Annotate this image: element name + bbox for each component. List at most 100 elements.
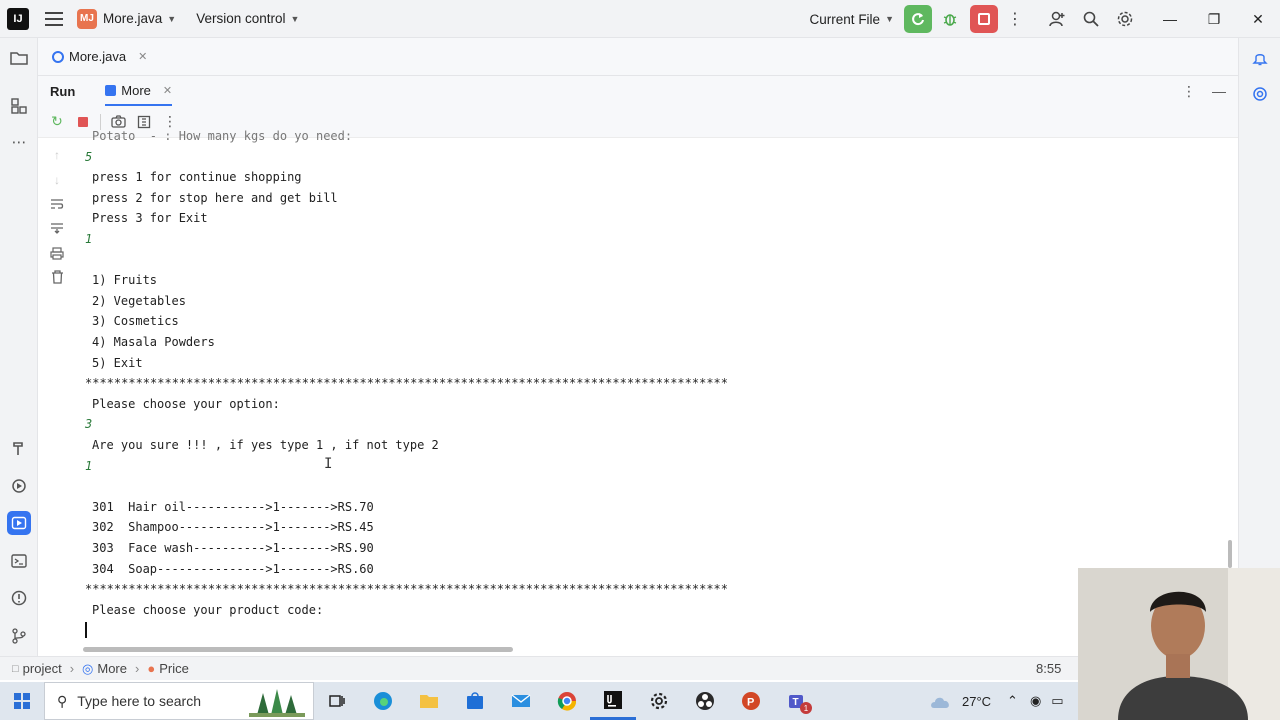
search-icon: ⚲ (57, 692, 68, 709)
console-separator-line: ****************************************… (85, 582, 728, 597)
rerun-icon[interactable]: ↻ (44, 110, 70, 134)
text-caret (85, 622, 87, 639)
clear-trash-icon[interactable] (48, 268, 66, 286)
breadcrumb-project-label: project (22, 661, 62, 676)
file-explorer-icon[interactable] (406, 682, 452, 720)
scroll-to-end-icon[interactable] (48, 219, 66, 237)
close-button[interactable]: ✕ (1236, 0, 1280, 38)
microsoft-store-icon[interactable] (452, 682, 498, 720)
run-config-icon (105, 84, 117, 96)
main-menu-icon[interactable] (45, 11, 63, 26)
chevron-down-icon: ▼ (167, 13, 177, 24)
console-output-line: 304 Soap--------------->1------->RS.60 (92, 561, 374, 576)
scroll-up-icon[interactable]: ↑ (48, 146, 66, 164)
debug-button[interactable] (936, 5, 964, 33)
console-output[interactable]: Potato - : How many kgs do yo need: 5 pre… (74, 126, 1224, 646)
vertical-scrollbar[interactable] (1228, 540, 1232, 568)
restore-button[interactable]: ❐ (1192, 0, 1236, 38)
print-icon[interactable] (48, 244, 66, 262)
right-tool-strip (1238, 38, 1280, 568)
obs-recorder-icon[interactable] (682, 682, 728, 720)
run-panel-title: Run (50, 83, 76, 99)
search-highlight-image (249, 689, 305, 717)
search-icon[interactable] (1074, 5, 1108, 33)
add-user-icon[interactable] (1040, 5, 1074, 33)
title-bar: IJ MJ More.java ▼ Version control ▼ Curr… (0, 0, 1280, 38)
console-output-line: Please choose your product code: (92, 602, 324, 617)
editor-tab-bar: More.java ✕ (38, 38, 1238, 76)
class-icon: ◎ (82, 660, 94, 676)
notifications-bell-icon[interactable] (1248, 46, 1272, 70)
stop-button[interactable] (970, 5, 998, 33)
services-icon[interactable] (7, 474, 31, 498)
run-tab-more[interactable]: More ✕ (105, 76, 173, 106)
teams-notification-badge: 1 (800, 702, 812, 714)
recording-indicator-icon[interactable]: ◉ (1030, 693, 1041, 709)
webcam-overlay (1078, 568, 1280, 720)
breadcrumb-price[interactable]: ● Price (147, 661, 188, 676)
start-button[interactable] (0, 682, 44, 720)
console-output-line: Press 3 for Exit (92, 211, 208, 226)
windows-logo-icon (14, 693, 30, 709)
console-output-line: 1) Fruits (92, 273, 158, 288)
version-control-menu[interactable]: Version control ▼ (196, 11, 299, 26)
svg-text:T: T (793, 697, 799, 708)
edge-browser-icon[interactable] (360, 682, 406, 720)
soft-wrap-icon[interactable] (48, 195, 66, 213)
settings-gear-icon[interactable] (636, 682, 682, 720)
left-tool-strip: ⋯ (0, 38, 38, 656)
breadcrumb-more[interactable]: ◎ More (82, 661, 127, 677)
horizontal-scrollbar[interactable] (83, 647, 513, 652)
scroll-down-icon[interactable]: ↓ (48, 171, 66, 189)
console-output-line: Please choose your option: (92, 396, 280, 411)
settings-gear-icon[interactable] (1108, 5, 1142, 33)
taskbar-search[interactable]: ⚲ Type here to search (44, 682, 314, 720)
problems-icon[interactable] (7, 586, 31, 610)
weather-cloud-icon[interactable] (930, 691, 956, 711)
structure-icon[interactable] (7, 94, 31, 118)
more-tools-icon[interactable]: ⋯ (7, 130, 31, 154)
build-hammer-icon[interactable] (7, 436, 31, 460)
terminal-icon[interactable] (7, 549, 31, 573)
run-config-selector[interactable]: Current File ▼ (810, 12, 894, 27)
mail-icon[interactable] (498, 682, 544, 720)
battery-icon[interactable]: ▭ (1051, 693, 1063, 709)
console-input-line: 5 (85, 149, 93, 164)
intellij-taskbar-icon[interactable] (590, 682, 636, 720)
ai-assistant-icon[interactable] (1248, 82, 1272, 106)
console-output-line: 4) Masala Powders (92, 335, 215, 349)
run-tool-icon[interactable] (7, 511, 31, 535)
weather-temperature[interactable]: 27°C (962, 694, 991, 709)
intellij-logo-icon[interactable]: IJ (7, 7, 29, 30)
console-output-line: 301 Hair oil----------->1------->RS.70 (92, 499, 374, 514)
options-menu-icon[interactable]: ⋮ (1182, 83, 1196, 100)
project-badge[interactable]: MJ (77, 8, 97, 29)
rerun-button[interactable] (904, 5, 932, 33)
teams-icon[interactable]: T 1 (774, 682, 820, 720)
run-panel-header: Run More ✕ ⋮ — (38, 76, 1238, 106)
console-output-line: 2) Vegetables (92, 293, 186, 308)
rerun-icon (912, 13, 924, 26)
breadcrumb-price-label: Price (159, 661, 189, 676)
task-view-icon[interactable] (314, 682, 360, 720)
editor-tab-more-java[interactable]: More.java ✕ (52, 49, 147, 64)
version-control-label: Version control (196, 11, 286, 26)
minimize-button[interactable]: — (1148, 0, 1192, 38)
git-branch-icon[interactable] (7, 624, 31, 648)
more-actions-icon[interactable]: ⋮ (998, 5, 1032, 33)
close-tab-icon[interactable]: ✕ (138, 50, 147, 63)
chrome-icon[interactable] (544, 682, 590, 720)
bug-icon (943, 14, 957, 26)
close-tab-icon[interactable]: ✕ (163, 84, 172, 97)
hide-panel-icon[interactable]: — (1212, 83, 1226, 99)
presenter-video-image (1078, 568, 1280, 720)
stop-icon (978, 13, 990, 25)
project-file-name: More.java (103, 11, 163, 26)
project-selector[interactable]: More.java ▼ (103, 11, 176, 26)
show-hidden-icons-chevron-icon[interactable]: ⌃ (1007, 693, 1018, 709)
breadcrumb-project[interactable]: □ project (12, 661, 62, 676)
caret-position[interactable]: 8:55 (1036, 661, 1061, 676)
project-folder-icon[interactable] (7, 46, 31, 70)
method-icon: ● (147, 661, 156, 676)
powerpoint-icon[interactable]: P (728, 682, 774, 720)
